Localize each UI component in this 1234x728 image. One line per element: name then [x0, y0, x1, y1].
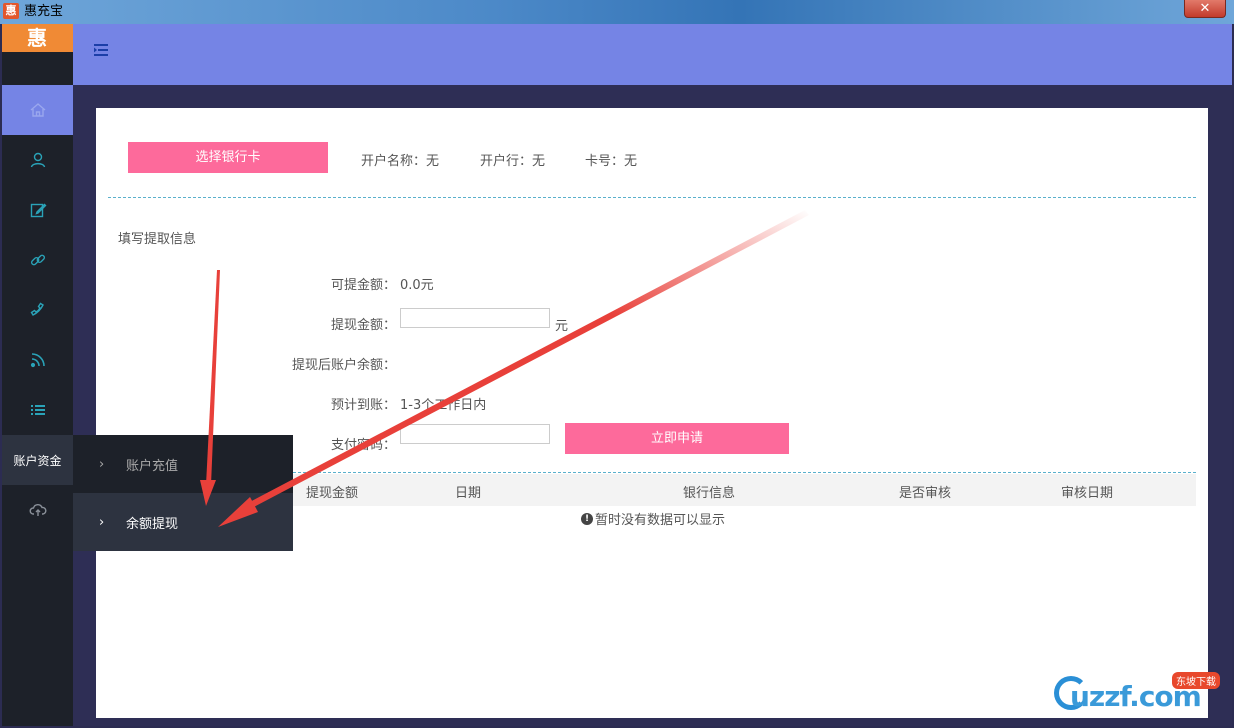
info-icon: ! [581, 512, 593, 525]
user-icon [30, 152, 45, 168]
bank-name-text: 开户行：无 [480, 154, 546, 169]
sidebar-item-home[interactable] [2, 85, 73, 135]
chevron-right-icon: › [99, 456, 105, 472]
balance-after-label: 提现后账户余额： [291, 358, 396, 373]
eta-value: 1-3个工作日内 [400, 398, 487, 413]
column-header: 审核日期 [1061, 486, 1114, 501]
sidebar-item-link[interactable] [2, 235, 73, 285]
app-logo: 惠 [2, 24, 73, 52]
divider [108, 197, 1196, 198]
apply-button[interactable]: 立即申请 [565, 423, 789, 454]
sidebar-item-edit[interactable] [2, 185, 73, 235]
account-name-text: 开户名称：无 [361, 154, 440, 169]
window-title: 惠充宝 [24, 4, 64, 19]
close-button[interactable]: ✕ [1184, 0, 1226, 18]
watermark-logo: uzzf.com 东坡下载 [1050, 666, 1230, 716]
column-header: 银行信息 [683, 486, 736, 501]
list-icon [30, 405, 45, 415]
watermark-badge: 东坡下载 [1172, 672, 1220, 689]
submenu-item-label: 账户充值 [126, 458, 179, 474]
chevron-right-icon: › [99, 514, 105, 530]
home-icon [30, 103, 45, 117]
sidebar-item-rss[interactable] [2, 335, 73, 385]
amount-unit: 元 [555, 319, 569, 334]
empty-table-message: ! 暂时没有数据可以显示 [581, 509, 725, 528]
withdraw-amount-label: 提现金额： [330, 318, 396, 333]
submenu-item-label: 余额提现 [126, 516, 179, 532]
sidebar-item-label: 账户资金 [13, 453, 62, 468]
withdraw-amount-row: 提现金额： [196, 314, 396, 334]
column-header: 日期 [455, 486, 482, 501]
submenu-item-withdraw[interactable]: › 余额提现 [73, 493, 293, 551]
available-amount-label: 可提金额： [330, 278, 396, 293]
app-icon: 惠 [3, 3, 19, 19]
top-header [73, 24, 1232, 85]
available-amount-value: 0.0元 [400, 278, 434, 293]
account-funds-submenu: › 账户充值 › 余额提现 [73, 435, 293, 551]
sidebar-item-account-funds[interactable]: 账户资金 [2, 435, 73, 485]
window-titlebar: 惠 惠充宝 ✕ [0, 0, 1234, 24]
column-header: 提现金额 [306, 486, 359, 501]
rss-icon [30, 353, 45, 368]
phone-icon [30, 302, 44, 316]
section-title: 填写提取信息 [118, 232, 197, 247]
card-number-text: 卡号：无 [585, 154, 638, 169]
column-header: 是否审核 [899, 486, 952, 501]
payment-password-input[interactable] [400, 424, 550, 444]
eta-label: 预计到账： [330, 398, 396, 413]
submenu-item-recharge[interactable]: › 账户充值 [73, 435, 293, 493]
cloud-upload-icon [29, 504, 46, 516]
menu-toggle-icon[interactable] [94, 44, 108, 56]
link-icon [30, 254, 45, 266]
sidebar-item-upload[interactable] [2, 485, 73, 535]
sidebar-item-phone[interactable] [2, 285, 73, 335]
sidebar-item-user[interactable] [2, 135, 73, 185]
sidebar-item-list[interactable] [2, 385, 73, 435]
balance-after-row: 提现后账户余额： [196, 354, 396, 374]
edit-icon [30, 203, 46, 218]
empty-message-text: 暂时没有数据可以显示 [595, 513, 726, 528]
withdraw-amount-input[interactable] [400, 308, 550, 328]
select-bank-card-button[interactable]: 选择银行卡 [128, 142, 328, 173]
available-amount-row: 可提金额： [196, 274, 396, 294]
eta-row: 预计到账： [196, 394, 396, 414]
